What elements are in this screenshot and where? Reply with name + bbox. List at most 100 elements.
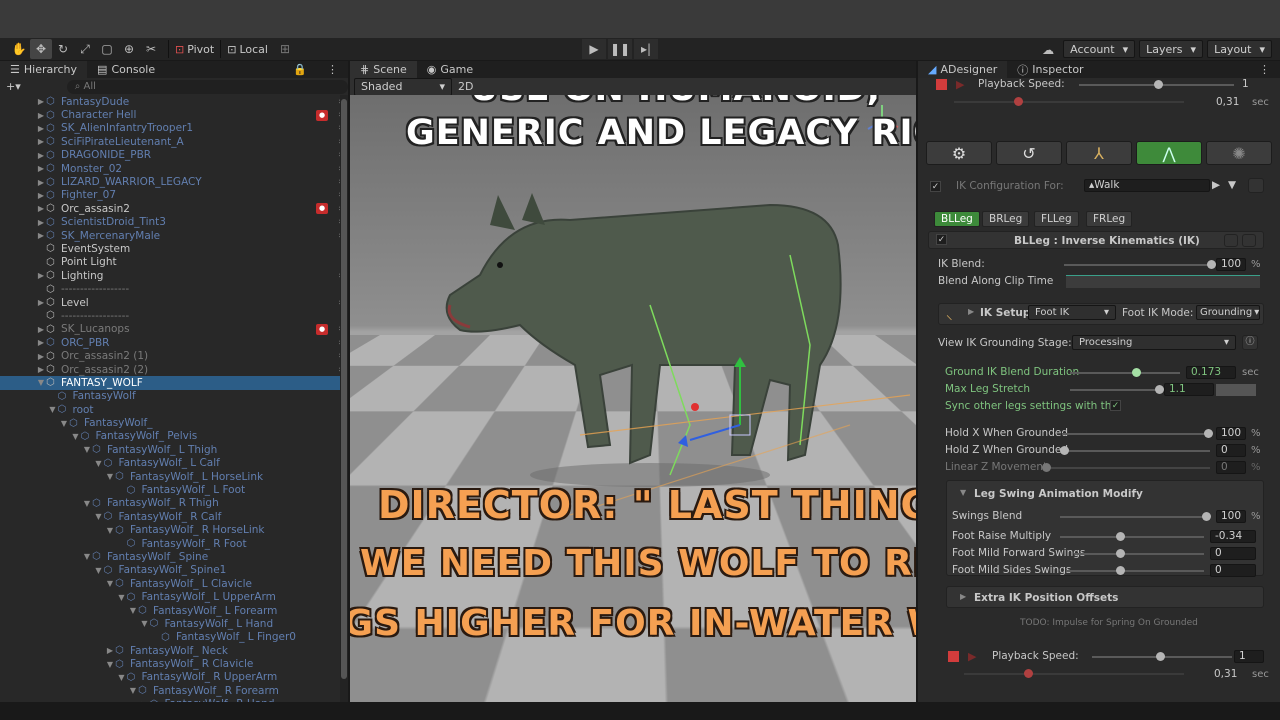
- hierarchy-row[interactable]: ▶⬡SciFiPirateLieutenant_A›: [0, 135, 348, 148]
- hierarchy-row[interactable]: ⬡ FantasyWolf_ R Foot: [0, 537, 348, 550]
- slider-knob[interactable]: [1202, 512, 1211, 521]
- chevron-down-icon[interactable]: ▼: [105, 579, 115, 588]
- slider-knob[interactable]: [1024, 669, 1033, 678]
- playback-speed-field-2[interactable]: 1: [1234, 650, 1264, 663]
- prefab-warning-icon[interactable]: ●: [316, 109, 328, 121]
- mild-sides-field[interactable]: 0: [1210, 564, 1256, 577]
- hierarchy-row[interactable]: ▼ ⬡ FantasyWolf_ R Clavicle: [0, 657, 348, 670]
- ik-config-checkbox[interactable]: ✓: [930, 181, 941, 192]
- chevron-right-icon[interactable]: ▶: [36, 338, 46, 347]
- shading-mode-dropdown[interactable]: Shaded ▾: [354, 77, 452, 96]
- playback-speed-slider-2[interactable]: [1092, 652, 1232, 661]
- hierarchy-row[interactable]: ▶⬡LIZARD_WARRIOR_LEGACY›: [0, 175, 348, 188]
- blend-along-curve[interactable]: [1066, 275, 1260, 288]
- ik-setup-dropdown[interactable]: Foot IK ▾: [1028, 305, 1116, 320]
- rect-icon[interactable]: ▢: [96, 39, 118, 59]
- hierarchy-row[interactable]: ▼ ⬡ FantasyWolf_ R HorseLink: [0, 524, 348, 537]
- chevron-right-icon[interactable]: ▶: [36, 111, 46, 120]
- layers-dropdown[interactable]: Layers ▾: [1139, 40, 1204, 58]
- chevron-right-icon[interactable]: ▶: [105, 646, 115, 655]
- chevron-right-icon[interactable]: ▶: [36, 298, 46, 307]
- transform-icon[interactable]: ⊕: [118, 39, 140, 59]
- chevron-right-icon[interactable]: ▶: [36, 191, 46, 200]
- hierarchy-row[interactable]: ▼ ⬡ FantasyWolf_ L Thigh: [0, 443, 348, 456]
- hierarchy-row[interactable]: ▼ ⬡ FANTASY_WOLF: [0, 376, 348, 390]
- chevron-right-icon[interactable]: ▶: [36, 352, 46, 361]
- chevron-right-icon[interactable]: ▶: [36, 218, 46, 227]
- chevron-down-icon[interactable]: ▼: [82, 445, 92, 454]
- playback-speed-value[interactable]: 1: [1242, 78, 1249, 90]
- more-menu-icon[interactable]: ⋮: [1249, 61, 1280, 78]
- hierarchy-row[interactable]: ▼ ⬡ FantasyWolf_ R Calf: [0, 510, 348, 523]
- tab-adesigner[interactable]: ◢ ADesigner: [918, 61, 1008, 78]
- foot-raise-slider[interactable]: [1060, 532, 1204, 541]
- copy-icon[interactable]: [1224, 234, 1238, 247]
- hierarchy-row[interactable]: ▶⬡SK_Lucanops›●: [0, 323, 348, 336]
- sync-checkbox[interactable]: ✓: [1110, 400, 1121, 411]
- ik-config-extra-button[interactable]: [1248, 178, 1264, 193]
- axis-mode-button[interactable]: ⅄: [1066, 141, 1132, 165]
- reset-mode-button[interactable]: ↺: [996, 141, 1062, 165]
- pause-icon[interactable]: ❚❚: [608, 39, 632, 59]
- chevron-down-icon[interactable]: ▼: [82, 552, 92, 561]
- chevron-right-icon[interactable]: ▶: [36, 271, 46, 280]
- hierarchy-row[interactable]: ▶ ⬡ FantasyWolf_ Neck: [0, 644, 348, 657]
- tab-scene[interactable]: ⋕ Scene: [350, 61, 417, 78]
- tab-blleg[interactable]: BLLeg: [934, 211, 980, 227]
- mild-forward-field[interactable]: 0: [1210, 547, 1256, 560]
- view-stage-dropdown[interactable]: Processing ▾: [1072, 335, 1236, 350]
- play-icon[interactable]: ▶: [968, 650, 976, 663]
- hierarchy-row[interactable]: ▼ ⬡ FantasyWolf_ Spine1: [0, 564, 348, 577]
- chevron-right-icon[interactable]: ▶: [36, 124, 46, 133]
- slider-knob[interactable]: [1116, 532, 1125, 541]
- hierarchy-row[interactable]: ⬡ ------------------: [0, 309, 348, 322]
- hierarchy-row[interactable]: ▶⬡Level›: [0, 296, 348, 309]
- tab-hierarchy[interactable]: ☰ Hierarchy: [0, 61, 88, 78]
- mild-sides-slider[interactable]: [1066, 566, 1204, 575]
- chevron-down-icon[interactable]: ▼: [71, 432, 81, 441]
- chevron-down-icon[interactable]: ▼: [94, 566, 104, 575]
- expand-arrow-icon[interactable]: ▶: [968, 307, 974, 316]
- scrollbar-thumb[interactable]: [341, 99, 347, 679]
- swings-blend-field[interactable]: 100: [1216, 510, 1246, 523]
- hierarchy-row[interactable]: ▶⬡ORC_PBR›: [0, 336, 348, 349]
- expand-arrow-icon[interactable]: ▶: [960, 592, 966, 601]
- hierarchy-row[interactable]: ▼ ⬡ FantasyWolf_ L Hand: [0, 617, 348, 630]
- account-dropdown[interactable]: Account ▾: [1063, 40, 1136, 58]
- hierarchy-row[interactable]: ▶⬡DRAGONIDE_PBR›: [0, 149, 348, 162]
- chevron-down-icon[interactable]: ▼: [36, 378, 46, 387]
- chevron-down-icon[interactable]: ▼: [48, 405, 58, 414]
- cloud-icon[interactable]: ☁: [1037, 40, 1059, 60]
- hierarchy-row[interactable]: ▶⬡ScientistDroid_Tint3›: [0, 216, 348, 229]
- chevron-right-icon[interactable]: ▶: [36, 231, 46, 240]
- chevron-right-icon[interactable]: ▶: [36, 151, 46, 160]
- slider-knob[interactable]: [1060, 446, 1069, 455]
- info-icon[interactable]: ⓘ: [1242, 335, 1258, 350]
- slider-knob[interactable]: [1155, 385, 1164, 394]
- hierarchy-row[interactable]: ⬡ Point Light: [0, 256, 348, 269]
- lock-icon[interactable]: 🔒: [283, 61, 317, 78]
- slider-knob[interactable]: [1204, 429, 1213, 438]
- tab-inspector[interactable]: ⓘ Inspector: [1007, 61, 1093, 78]
- play-icon[interactable]: ▶: [956, 78, 964, 91]
- hierarchy-row[interactable]: ⬡ ------------------: [0, 282, 348, 295]
- hierarchy-row[interactable]: ▼ ⬡ FantasyWolf_ L Calf: [0, 457, 348, 470]
- chevron-right-icon[interactable]: ▶: [36, 97, 46, 106]
- prefab-warning-icon[interactable]: ●: [316, 203, 328, 215]
- move-icon[interactable]: ✥: [30, 39, 52, 59]
- hierarchy-row[interactable]: ▼ ⬡ FantasyWolf_: [0, 416, 348, 429]
- local-button[interactable]: ⊡ Local: [220, 40, 274, 58]
- mode-2d-toggle[interactable]: 2D: [452, 78, 479, 96]
- hierarchy-row[interactable]: ▼ ⬡ root: [0, 403, 348, 416]
- swings-blend-slider[interactable]: [1060, 512, 1211, 521]
- hierarchy-row[interactable]: ▼ ⬡ FantasyWolf_ L UpperArm: [0, 590, 348, 603]
- play-icon[interactable]: ▶: [582, 39, 606, 59]
- more-menu-icon[interactable]: ⋮: [317, 61, 348, 78]
- hierarchy-row[interactable]: ▶⬡Character Hell›●: [0, 108, 348, 121]
- hierarchy-row[interactable]: ▶⬡FantasyDude›: [0, 95, 348, 108]
- hierarchy-row[interactable]: ▼ ⬡ FantasyWolf_ L Forearm: [0, 604, 348, 617]
- slider-knob[interactable]: [1116, 566, 1125, 575]
- scale-icon[interactable]: ⤢: [74, 39, 96, 59]
- play-clip-icon[interactable]: ▶: [1212, 179, 1220, 191]
- chevron-down-icon[interactable]: ▼: [140, 619, 150, 628]
